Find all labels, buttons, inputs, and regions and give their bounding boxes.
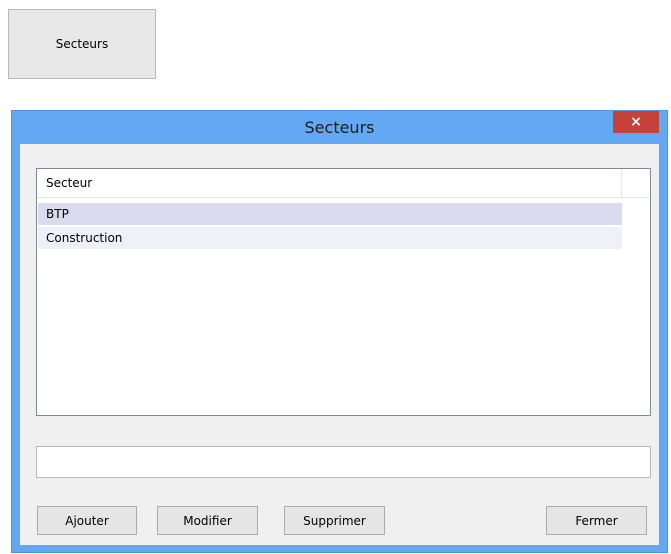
list-item[interactable]: Construction (38, 227, 622, 249)
list-item-label: Construction (46, 231, 123, 245)
add-button-label: Ajouter (65, 513, 109, 528)
column-header-label: Secteur (46, 176, 93, 190)
list-item[interactable]: BTP (38, 203, 622, 225)
column-header-secteur[interactable]: Secteur (37, 169, 622, 197)
sector-name-input[interactable] (36, 446, 651, 478)
close-button[interactable]: Fermer (546, 506, 647, 535)
dialog-client-area: Secteur BTP Construction Ajouter Modifie… (20, 144, 659, 545)
list-item-label: BTP (46, 207, 69, 221)
list-header: Secteur (37, 169, 650, 198)
close-button-label: Fermer (575, 513, 618, 528)
dialog-title: Secteurs (304, 118, 375, 137)
add-button[interactable]: Ajouter (37, 506, 137, 535)
delete-button-label: Supprimer (303, 513, 366, 528)
sector-list[interactable]: Secteur BTP Construction (36, 168, 651, 416)
modify-button-label: Modifier (183, 513, 232, 528)
close-window-button[interactable]: × (613, 111, 659, 133)
delete-button[interactable]: Supprimer (284, 506, 385, 535)
close-icon: × (630, 114, 642, 130)
secteurs-dialog: Secteurs × Secteur BTP Construction Ajou… (11, 110, 668, 553)
secteurs-launch-button[interactable]: Secteurs (8, 9, 156, 79)
dialog-titlebar[interactable]: Secteurs (12, 111, 667, 144)
modify-button[interactable]: Modifier (157, 506, 258, 535)
secteurs-launch-button-label: Secteurs (55, 37, 109, 51)
